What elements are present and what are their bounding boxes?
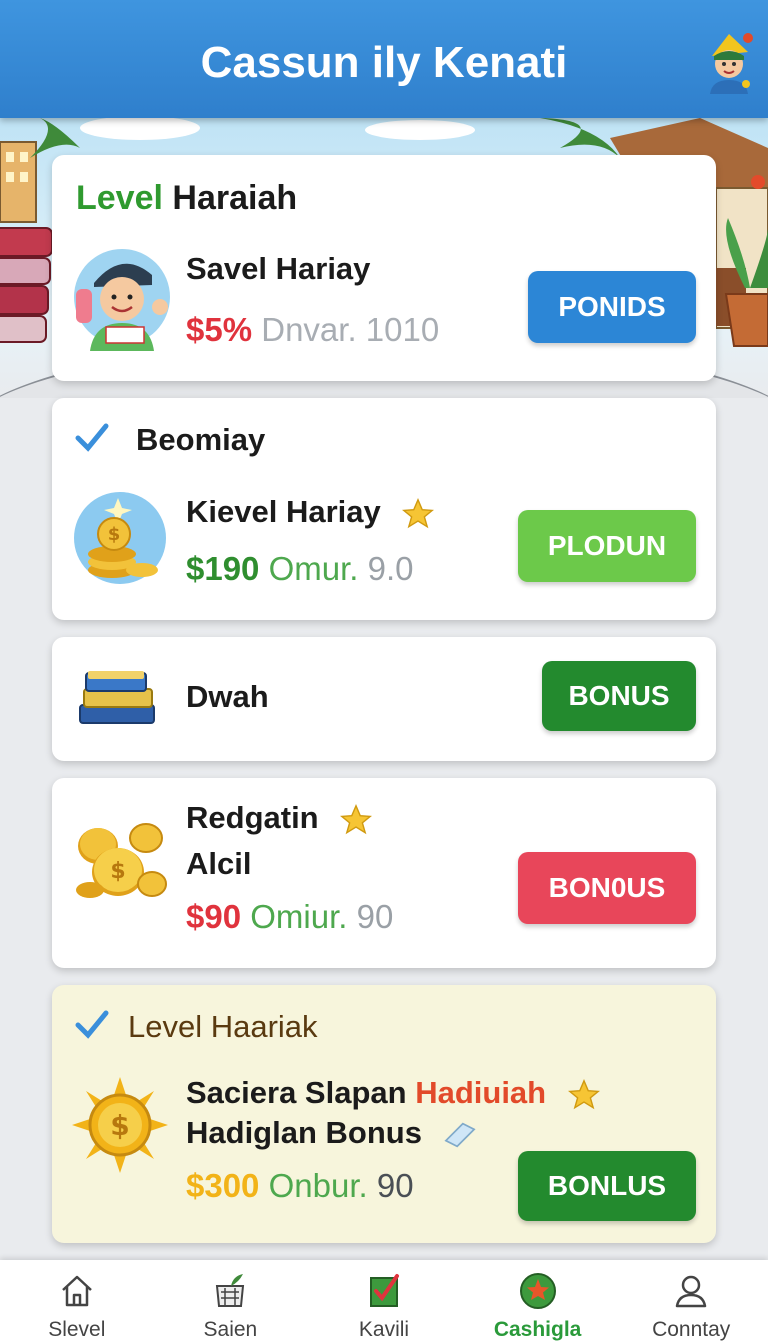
item-title: Dwah (186, 679, 269, 714)
level-card: Level Haraiah Savel Hariay $5% Dnvar. 10… (52, 155, 716, 381)
price: $5% (186, 311, 253, 348)
item-title: Redgatin (186, 800, 319, 835)
item-title-highlight: Hadiuiah (415, 1075, 547, 1110)
bonous-button[interactable]: BON0US (518, 852, 696, 924)
bonus-card: Beomiay $ Kievel Hariay $190 Omur. 9.0 P… (52, 398, 716, 620)
section-label: Level Haariak (128, 1009, 318, 1044)
sun-coin-icon: $ (72, 1077, 168, 1173)
star-icon (402, 497, 435, 529)
price: $300 (186, 1167, 260, 1204)
item-subtitle: Hadiglan Bonus (186, 1115, 422, 1150)
coin-stack-icon: $ (74, 492, 166, 584)
nav-label: Slevel (48, 1318, 106, 1341)
bottom-nav: Slevel Saien Kavili Cashigla Conntay (0, 1260, 768, 1344)
coins-icon: $ (76, 823, 167, 898)
nav-label: Saien (203, 1318, 258, 1341)
nav-label: Cashigla (493, 1318, 582, 1341)
svg-text:$: $ (110, 1109, 129, 1142)
plodun-button[interactable]: PLODUN (518, 510, 696, 582)
card-title: Haraiah (172, 179, 298, 217)
avatar[interactable] (704, 30, 754, 94)
nav-item-slevel[interactable]: Slevel (0, 1260, 154, 1344)
app-header: Cassun ily Kenati (0, 0, 768, 118)
item-title: Savel Hariay (186, 251, 371, 286)
nav-item-kavili[interactable]: Kavili (307, 1260, 461, 1344)
price-line: $90 Omiur. 90 (186, 898, 393, 936)
price-desc: Dnvar. 1010 (261, 311, 440, 348)
checklist-icon (369, 1274, 399, 1307)
star-icon (567, 1078, 600, 1110)
svg-text:$: $ (110, 859, 125, 884)
price-desc-value: 90 (356, 898, 394, 935)
bonus-card: $ Redgatin Alcil $90 Omiur. 90 BON0US (52, 778, 716, 968)
price-desc-value: 90 (376, 1167, 414, 1204)
nav-item-conntay[interactable]: Conntay (614, 1260, 768, 1344)
price-desc-value: 9.0 (367, 550, 414, 587)
price: $90 (186, 898, 242, 935)
price-line: $5% Dnvar. 1010 (186, 311, 439, 349)
store-icon (216, 1274, 245, 1307)
nav-label: Kavili (358, 1318, 410, 1341)
gem-icon (443, 1122, 476, 1148)
price-desc: Omiur. (250, 898, 348, 935)
item-title: Saciera Slapan (186, 1075, 407, 1110)
price-desc: Onbur. (268, 1167, 368, 1204)
star-icon (340, 803, 373, 835)
nav-item-saien[interactable]: Saien (154, 1260, 308, 1344)
price-desc: Omur. (268, 550, 359, 587)
bonus-button[interactable]: BONUS (542, 661, 696, 731)
item-subtitle: Alcil (186, 846, 252, 881)
mascot-icon (74, 249, 170, 351)
item-title: Kievel Hariay (186, 494, 381, 529)
card-title-highlight: Level (76, 179, 163, 217)
bonlus-button[interactable]: BONLUS (518, 1151, 696, 1221)
profile-icon (675, 1275, 707, 1308)
check-icon (75, 423, 109, 452)
section-label: Beomiay (136, 422, 266, 457)
books-icon (79, 671, 155, 724)
nav-item-cashigla[interactable]: Cashigla (461, 1260, 615, 1344)
ponids-button[interactable]: PONIDS (528, 271, 696, 343)
svg-text:$: $ (108, 524, 121, 545)
price-line: $190 Omur. 9.0 (186, 550, 414, 588)
nav-label: Conntay (652, 1318, 731, 1341)
home-icon (61, 1275, 92, 1307)
check-icon (75, 1010, 109, 1039)
level-bonus-card: Level Haariak $ Saciera Slapan Hadiuiah … (52, 985, 716, 1243)
bonus-card: Dwah BONUS (52, 637, 716, 761)
price-line: $300 Onbur. 90 (186, 1167, 414, 1205)
star-badge-icon (519, 1273, 556, 1309)
price: $190 (186, 550, 260, 587)
page-title: Cassun ily Kenati (200, 38, 568, 87)
